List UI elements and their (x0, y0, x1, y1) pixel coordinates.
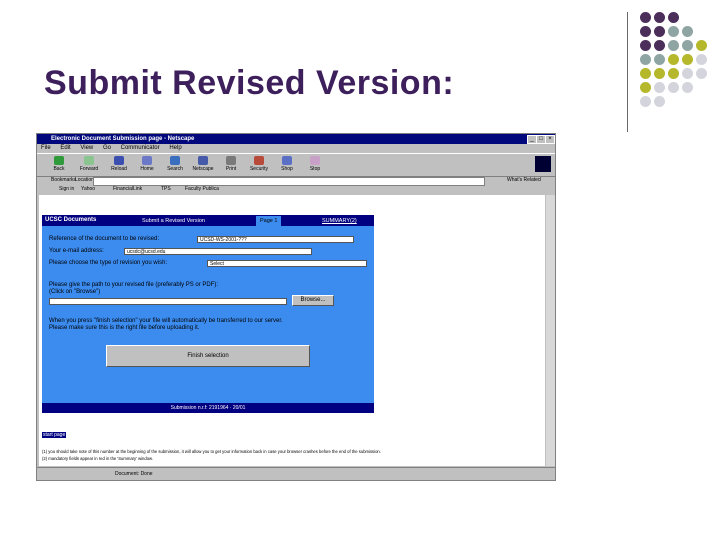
personal-sign-in[interactable]: Sign in (59, 185, 74, 194)
start-page-link[interactable]: start page (42, 432, 67, 438)
menu-file[interactable]: File (41, 145, 51, 151)
form-header: UCSC Documents Submit a Revised Version … (42, 215, 374, 226)
email-label: Your e-mail address: (49, 248, 104, 254)
decorative-dot (668, 26, 679, 37)
stop-icon (310, 156, 320, 165)
stop-button[interactable]: Stop (301, 156, 329, 174)
decorative-dot (654, 82, 665, 93)
tab-summary[interactable]: SUMMARY(2) (322, 216, 357, 226)
personal-yahoo[interactable]: Yahoo (81, 185, 95, 194)
menu-communicator[interactable]: Communicator (121, 145, 160, 151)
netscape-logo-icon (535, 156, 551, 172)
home-button[interactable]: Home (133, 156, 161, 174)
tab-submit-revised[interactable]: Submit a Revised Version (142, 216, 205, 226)
revision-type-select[interactable]: Select (207, 260, 367, 267)
print-button[interactable]: Print (217, 156, 245, 174)
search-button[interactable]: Search (161, 156, 189, 174)
decorative-dot (668, 12, 679, 23)
decorative-dot (654, 68, 665, 79)
status-text: Document: Done (115, 471, 153, 477)
title-bar: Electronic Document Submission page - Ne… (37, 134, 555, 144)
personal-faculty[interactable]: Faculty Publica (185, 185, 219, 194)
personal-tps[interactable]: TPS (161, 185, 171, 194)
decorative-dot (640, 54, 651, 65)
submission-footer: Submission n.r.f: 2191964 · 20/01 (42, 403, 374, 413)
file-path-label: Please give the path to your revised fil… (49, 282, 219, 288)
brand-title: UCSC Documents (45, 217, 97, 223)
location-bar: Bookmarks Location: What's Related (37, 176, 555, 186)
netscape-button[interactable]: Netscape (189, 156, 217, 174)
file-path-input[interactable] (49, 298, 287, 305)
shop-icon (282, 156, 292, 165)
decorative-dot (668, 68, 679, 79)
note-1: (1) you should take note of this number … (42, 449, 381, 454)
netscape-icon (198, 156, 208, 165)
forward-button[interactable]: Forward (75, 156, 103, 174)
decorative-dot (654, 96, 665, 107)
finish-note-1: When you press "finish selection" your f… (49, 318, 283, 324)
lock-icon (254, 156, 264, 165)
close-button[interactable]: × (545, 135, 555, 144)
decorative-dot (696, 54, 707, 65)
decorative-dot (696, 68, 707, 79)
decorative-dot (682, 40, 693, 51)
decorative-dot (668, 54, 679, 65)
revision-type-label: Please choose the type of revision you w… (49, 260, 168, 266)
search-icon (170, 156, 180, 165)
print-icon (226, 156, 236, 165)
decorative-dot (654, 26, 665, 37)
page-content: UCSC Documents Submit a Revised Version … (39, 195, 545, 466)
decorative-dot (682, 82, 693, 93)
menu-go[interactable]: Go (103, 145, 111, 151)
decorative-dot (668, 82, 679, 93)
reference-input[interactable]: UCSD-WS-2001-??? (197, 236, 354, 243)
divider-line (627, 12, 628, 132)
slide-title: Submit Revised Version: (44, 64, 455, 102)
status-bar: Document: Done (37, 467, 555, 480)
finish-note-2: Please make sure this is the right file … (49, 325, 200, 331)
personal-financiallink[interactable]: FinancialLink (113, 185, 142, 194)
note-2: (2) mandatory fields appear in red in th… (42, 456, 153, 461)
tab-page-1[interactable]: Page 1 (256, 216, 282, 226)
decorative-dot (654, 54, 665, 65)
decorative-dot (668, 40, 679, 51)
whats-related-button[interactable]: What's Related (507, 176, 541, 185)
reload-button[interactable]: Reload (105, 156, 133, 174)
bookmarks-button[interactable]: Bookmarks (51, 176, 76, 185)
vertical-scrollbar[interactable] (546, 195, 555, 466)
decorative-dot (640, 26, 651, 37)
file-path-hint: (Click on "Browse") (49, 289, 101, 295)
nav-toolbar: Back Forward Reload Home Search Netscape… (37, 153, 555, 177)
back-button[interactable]: Back (45, 156, 73, 174)
finish-selection-button[interactable]: Finish selection (106, 345, 310, 367)
reload-icon (114, 156, 124, 165)
back-icon (54, 156, 64, 165)
decorative-dot (640, 96, 651, 107)
window-title: Electronic Document Submission page - Ne… (51, 136, 195, 142)
browser-window-screenshot: Electronic Document Submission page - Ne… (36, 133, 556, 481)
decorative-dot (682, 26, 693, 37)
decorative-dot (696, 40, 707, 51)
decorative-dot (640, 12, 651, 23)
decorative-dot (682, 68, 693, 79)
forward-icon (84, 156, 94, 165)
menu-edit[interactable]: Edit (60, 145, 70, 151)
email-input[interactable]: ucsdc@ucsd.edu (124, 248, 312, 255)
decorative-dot (640, 68, 651, 79)
decorative-dot (640, 40, 651, 51)
home-icon (142, 156, 152, 165)
menu-view[interactable]: View (80, 145, 93, 151)
browse-button[interactable]: Browse... (292, 295, 334, 306)
shop-button[interactable]: Shop (273, 156, 301, 174)
personal-toolbar: Sign in Yahoo FinancialLink TPS Faculty … (37, 185, 555, 194)
decorative-dot (640, 82, 651, 93)
security-button[interactable]: Security (245, 156, 273, 174)
decorative-dot (654, 12, 665, 23)
decorative-dot (654, 40, 665, 51)
submission-form-panel: UCSC Documents Submit a Revised Version … (42, 215, 374, 413)
menu-bar: File Edit View Go Communicator Help (37, 144, 555, 153)
menu-help[interactable]: Help (169, 145, 181, 151)
reference-label: Reference of the document to be revised: (49, 236, 160, 242)
decorative-dot (682, 54, 693, 65)
